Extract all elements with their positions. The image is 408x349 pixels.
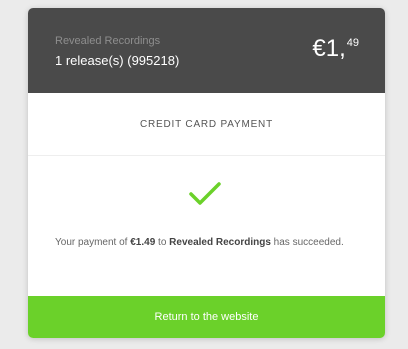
section-title: CREDIT CARD PAYMENT [28,93,385,156]
message-merchant: Revealed Recordings [169,237,271,248]
message-suffix: has succeeded. [270,237,344,248]
message-middle: to [155,237,170,248]
release-info: 1 release(s) (995218) [55,53,180,68]
payment-modal: Revealed Recordings 1 release(s) (995218… [28,8,385,338]
return-to-website-button[interactable]: Return to the website [28,296,385,338]
price-display: €1, 49 [312,35,359,63]
price-cents: 49 [346,37,359,49]
checkmark-icon [188,181,222,207]
message-prefix: Your payment of [55,237,131,248]
price-main: €1, [312,35,346,62]
success-message: Your payment of €1.49 to Revealed Record… [55,235,360,251]
payment-header: Revealed Recordings 1 release(s) (995218… [28,8,385,93]
message-amount: €1.49 [130,237,156,248]
merchant-name: Revealed Recordings [55,35,161,47]
